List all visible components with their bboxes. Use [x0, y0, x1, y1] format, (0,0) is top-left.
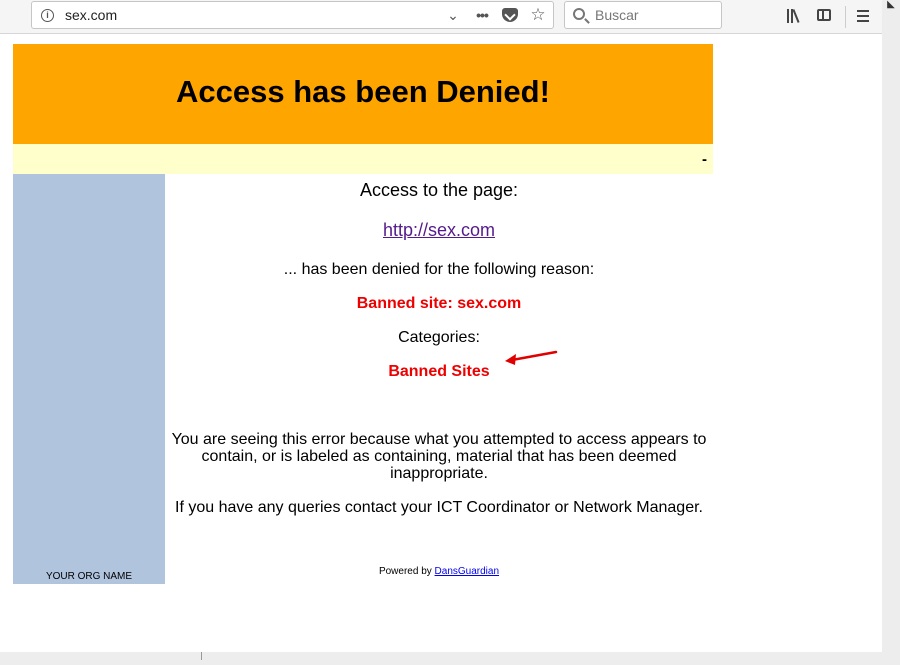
category-value: Banned Sites — [388, 363, 490, 380]
denial-reason: Banned site: sex.com — [356, 295, 522, 312]
more-icon[interactable]: ••• — [473, 7, 491, 23]
pocket-icon[interactable] — [502, 8, 518, 22]
powered-by-label: Powered by — [378, 566, 432, 577]
annotation-arrow-icon — [505, 350, 558, 365]
explanation-text: You are seeing this error because what y… — [171, 431, 707, 482]
cursor-icon: ◣ — [887, 0, 895, 10]
desktop-bottom-edge — [0, 652, 900, 665]
search-bar[interactable] — [564, 1, 722, 29]
chevron-down-icon[interactable]: ⌄ — [444, 7, 462, 24]
browser-toolbar: i sex.com ⌄ ••• ☆ — [0, 0, 882, 34]
browser-window: i sex.com ⌄ ••• ☆ Access has been Denied… — [0, 0, 882, 652]
desktop-edge: ◣ — [882, 0, 900, 665]
star-icon[interactable]: ☆ — [529, 5, 547, 25]
menu-icon[interactable] — [853, 7, 873, 25]
org-name: YOUR ORG NAME — [45, 571, 133, 582]
blocked-url-link[interactable]: http://sex.com — [165, 220, 713, 241]
sidebar-icon[interactable] — [814, 7, 834, 25]
denied-banner: Access has been Denied! — [13, 44, 713, 144]
toolbar-divider — [845, 6, 846, 28]
contact-text: If you have any queries contact your ICT… — [175, 499, 703, 516]
access-label: Access to the page: — [359, 180, 519, 200]
page-content: Access has been Denied! - YOUR ORG NAME … — [0, 35, 882, 652]
address-bar[interactable]: i sex.com ⌄ ••• ☆ — [31, 1, 554, 29]
address-url[interactable]: sex.com — [65, 7, 117, 23]
powered-by: Powered by DansGuardian — [165, 566, 713, 577]
sub-bar: - — [13, 144, 713, 174]
library-icon[interactable] — [782, 7, 802, 25]
page-title: Access has been Denied! — [176, 74, 550, 109]
search-input[interactable] — [595, 6, 715, 24]
denied-text: ... has been denied for the following re… — [283, 261, 595, 278]
left-column: YOUR ORG NAME — [13, 174, 165, 584]
categories-label: Categories: — [398, 329, 480, 346]
search-icon — [573, 8, 585, 20]
sub-bar-text: - — [702, 151, 707, 168]
taskbar-divider — [201, 652, 202, 660]
info-icon[interactable]: i — [41, 9, 54, 22]
dansguardian-link[interactable]: DansGuardian — [435, 566, 499, 577]
denial-message: Access to the page: http://sex.com ... h… — [165, 174, 713, 584]
